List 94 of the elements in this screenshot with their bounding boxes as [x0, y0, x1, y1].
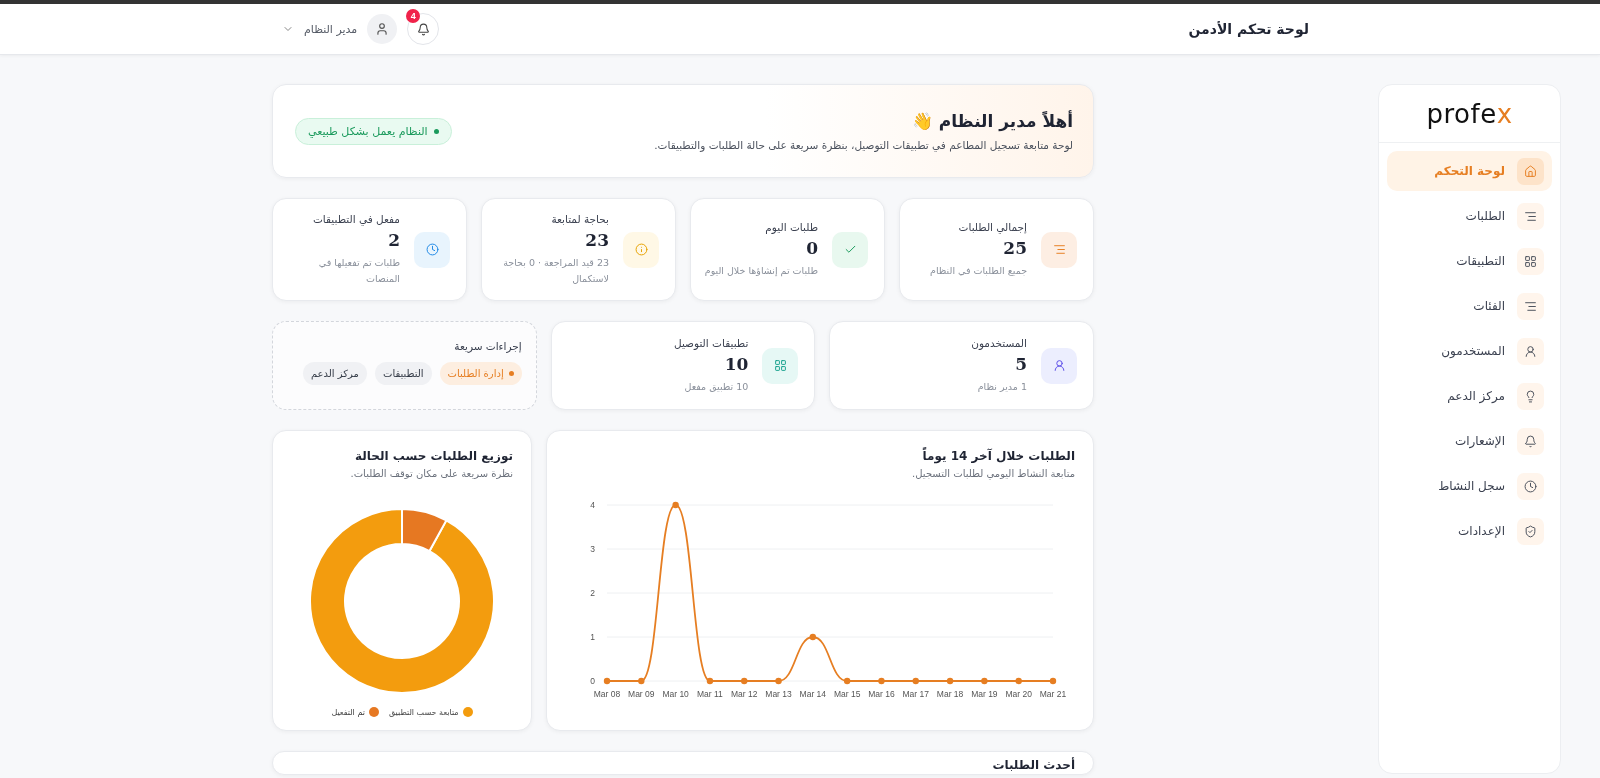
quick-action-button[interactable]: التطبيقات	[375, 362, 432, 385]
chart-title: توزيع الطلبات حسب الحالة	[354, 449, 513, 463]
grid-icon	[1524, 254, 1537, 268]
stat-label: طلبات اليوم	[764, 220, 818, 233]
axis-tick-label: Mar 20	[1005, 689, 1032, 699]
card-title: أحدث الطلبات	[991, 758, 1075, 772]
axis-tick-label: Mar 21	[1039, 689, 1067, 699]
user-name[interactable]: مدير النظام	[304, 22, 358, 36]
user-avatar[interactable]	[367, 14, 398, 44]
axis-tick-label: Mar 08	[593, 689, 621, 699]
user-icon	[375, 22, 390, 36]
check-icon	[843, 243, 857, 256]
data-point	[672, 501, 679, 509]
axis-tick-label: Mar 09	[628, 689, 655, 699]
stat-value: 23	[584, 230, 609, 251]
bell-icon	[416, 22, 430, 36]
bell-icon	[1524, 434, 1537, 448]
axis-tick-label: Mar 13	[765, 689, 792, 699]
page-title: لوحة تحكم الأدمن	[1188, 21, 1309, 37]
sidebar-item[interactable]: الإشعارات	[1387, 421, 1552, 461]
stat-value: 2	[387, 230, 400, 251]
data-point	[741, 677, 748, 685]
user-icon	[1524, 344, 1537, 358]
axis-tick-label: Mar 14	[799, 689, 827, 699]
axis-tick-label: 4	[590, 500, 595, 510]
welcome-subtitle: لوحة متابعة تسجيل المطاعم في تطبيقات التوصيل، بنظرة سريعة على حالة الطلبات والتطبيقات.	[654, 139, 1073, 151]
axis-tick-label: Mar 16	[868, 689, 895, 699]
data-point	[946, 677, 954, 685]
axis-tick-label: Mar 19	[971, 689, 998, 699]
data-point	[603, 677, 611, 685]
stat-note: 23 قيد المراجعة · 0 بحاجة لاستكمال	[502, 256, 609, 286]
shield-icon	[1524, 524, 1537, 538]
data-point	[809, 633, 817, 641]
legend-item: متابعة حسب التطبيق	[388, 707, 473, 717]
quick-actions-title: إجراءات سريعة	[453, 340, 522, 352]
data-point	[1015, 677, 1022, 685]
clock-icon	[425, 243, 439, 256]
data-point	[638, 677, 645, 685]
axis-tick-label: 3	[590, 544, 595, 554]
stat-label: مفعل في التطبيقات	[311, 213, 400, 226]
axis-tick-label: 0	[590, 676, 595, 686]
stat-note: 1 مدير نظام	[976, 379, 1027, 394]
stat-label: تطبيقات التوصيل	[674, 336, 749, 349]
sidebar-item[interactable]: الإعدادات	[1387, 511, 1552, 551]
stat-label: بحاجة لمتابعة	[550, 213, 609, 226]
sidebar-item[interactable]: الفئات	[1387, 286, 1552, 326]
stat-note: جميع الطلبات في النظام	[930, 263, 1027, 278]
stat-value: 25	[1002, 237, 1027, 258]
data-point	[1049, 677, 1057, 685]
grid-icon	[773, 359, 787, 372]
sidebar-item[interactable]: الطلبات	[1387, 196, 1552, 236]
axis-tick-label: Mar 10	[662, 689, 689, 699]
chart-subtitle: متابعة النشاط اليومي لطلبات التسجيل.	[911, 468, 1075, 479]
axis-tick-label: Mar 15	[833, 689, 861, 699]
stat-note: 10 تطبيق مفعل	[683, 379, 749, 394]
info-icon	[634, 243, 648, 256]
data-point	[981, 677, 988, 685]
stat-label: المستخدمون	[971, 336, 1027, 349]
stat-value: 0	[805, 237, 818, 258]
stat-note: طلبات تم إنشاؤها خلال اليوم	[704, 263, 818, 279]
status-badge: النظام يعمل بشكل طبيعي	[295, 117, 452, 145]
data-point	[912, 677, 919, 685]
sidebar-item[interactable]: التطبيقات	[1387, 241, 1552, 281]
chart-title: الطلبات خلال آخر 14 يوماً	[921, 449, 1075, 463]
data-point	[775, 677, 782, 685]
axis-tick-label: Mar 17	[902, 689, 929, 699]
quick-action-button[interactable]: مركز الدعم	[302, 362, 367, 385]
data-point	[878, 677, 885, 685]
stat-label: إجمالي الطلبات	[957, 220, 1027, 233]
list-icon	[1524, 299, 1537, 313]
stat-value: 10	[723, 353, 749, 374]
data-point	[706, 677, 714, 685]
stat-value: 5	[1014, 353, 1027, 374]
axis-tick-label: Mar 12	[731, 689, 758, 699]
list-icon	[1052, 243, 1066, 256]
welcome-title: أهلاً مدير النظام 👋	[910, 111, 1073, 131]
stat-note: طلبات تم تفعيلها في المنصات	[317, 256, 400, 286]
axis-tick-label: 2	[590, 588, 595, 598]
axis-tick-label: 1	[590, 632, 595, 642]
sidebar-item[interactable]: سجل النشاط	[1387, 466, 1552, 506]
data-point	[843, 677, 851, 685]
sidebar-item[interactable]: مركز الدعم	[1387, 376, 1552, 416]
home-icon	[1524, 164, 1537, 178]
lightbulb-icon	[1524, 389, 1537, 403]
legend-item: تم التفعيل	[331, 707, 379, 717]
chart-subtitle: نظرة سريعة على مكان توقف الطلبات.	[349, 468, 513, 479]
user-icon	[1052, 359, 1066, 372]
notification-badge: 4	[406, 9, 421, 23]
sidebar-item[interactable]: المستخدمون	[1387, 331, 1552, 371]
clock-icon	[1524, 479, 1537, 493]
axis-tick-label: Mar 18	[936, 689, 964, 699]
logo: profex	[1379, 85, 1560, 143]
axis-tick-label: Mar 11	[697, 689, 723, 699]
list-icon	[1524, 209, 1537, 223]
